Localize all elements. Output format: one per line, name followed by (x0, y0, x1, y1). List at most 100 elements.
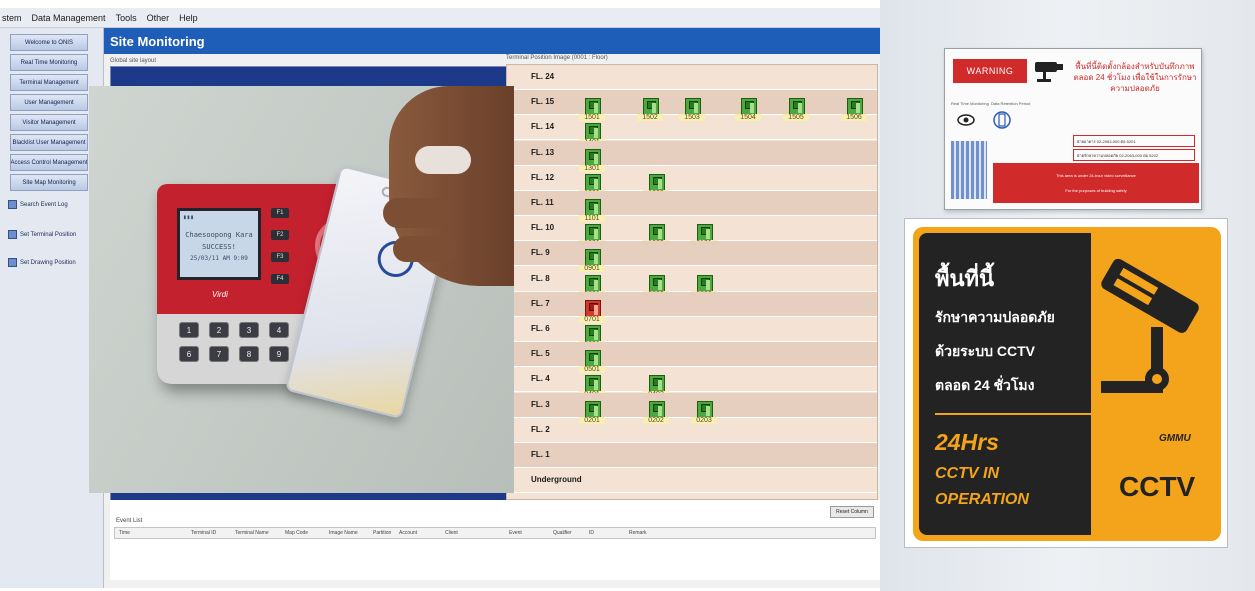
divider (935, 413, 1091, 415)
terminal-position-icon (8, 230, 17, 239)
sidebar-item-access-control-management[interactable]: Access Control Management (10, 154, 88, 171)
floor-row: FL. 7 (507, 291, 877, 317)
floor-row: FL. 1 (507, 443, 877, 468)
sidebar-item-terminal-management[interactable]: Terminal Management (10, 74, 88, 91)
cctv-thai-line: ตลอด 24 ชั่วโมง (935, 377, 1035, 393)
terminal-position-label: Terminal Position Image (0001 : Floor) (506, 55, 608, 61)
floor-label: FL. 15 (531, 97, 555, 107)
device-key-3[interactable]: 3 (239, 322, 259, 338)
floor-row: FL. 5 (507, 342, 877, 368)
sidebar-item-site-map-monitoring[interactable]: Site Map Monitoring (10, 174, 88, 191)
cctv-thai-line: ด้วยระบบ CCTV (935, 343, 1035, 359)
tool-label: Set Drawing Position (20, 259, 76, 266)
menu-tools[interactable]: Tools (116, 13, 137, 23)
page-title: Site Monitoring (104, 28, 880, 54)
column-header[interactable]: Time (119, 530, 130, 536)
column-header[interactable]: Image Name (329, 530, 358, 536)
floor-label: FL. 6 (531, 324, 550, 333)
floor-row: FL. 11 (507, 191, 877, 216)
floor-row: FL. 9 (507, 241, 877, 267)
menu-data-management[interactable]: Data Management (32, 13, 106, 23)
column-header[interactable]: ID (589, 530, 594, 536)
tool-set-drawing-position[interactable]: Set Drawing Position (8, 258, 76, 267)
column-header[interactable]: Event (509, 530, 522, 536)
column-header[interactable]: Map Code (285, 530, 308, 536)
floor-label: FL. 10 (531, 223, 555, 233)
column-header[interactable]: Client (445, 530, 458, 536)
device-key-f4[interactable]: F4 (271, 274, 289, 284)
device-key-f2[interactable]: F2 (271, 230, 289, 240)
device-key-6[interactable]: 6 (179, 346, 199, 362)
event-list-label: Event List (116, 518, 143, 524)
cctv-thai-line: รักษาความปลอดภัย (935, 309, 1055, 325)
column-header[interactable]: Account (399, 530, 417, 536)
floor-row: FL. 10 (507, 216, 877, 242)
floor-label: FL. 7 (531, 298, 550, 308)
column-header[interactable]: Terminal Name (235, 530, 269, 536)
finger-nail (415, 146, 471, 174)
cctv-brand-logo: GMMU (1159, 433, 1191, 444)
device-key-9[interactable]: 9 (269, 346, 289, 362)
device-brand: Virdi (212, 290, 228, 299)
floor-label: FL. 24 (531, 72, 555, 81)
warning-sign: WARNING พื้นที่นี้ติดตั้งกล้องสำหรับบันท… (944, 48, 1202, 210)
column-header[interactable]: Qualifier (553, 530, 572, 536)
phone-icon (993, 111, 1011, 129)
sidebar-item-user-management[interactable]: User Management (10, 94, 88, 111)
cctv-thai-title: พื้นที่นี้ (935, 266, 995, 291)
sidebar-item-visitor-management[interactable]: Visitor Management (10, 114, 88, 131)
finger (383, 198, 453, 228)
column-header[interactable]: Remark (629, 530, 647, 536)
floor-row: FL. 4 (507, 367, 877, 393)
contact-box: ฝ่ายรักษาความปลอดภัย 02-2063-000 ต่อ 520… (1073, 149, 1195, 161)
tool-set-terminal-position[interactable]: Set Terminal Position (8, 230, 76, 239)
floor-label: FL. 5 (531, 349, 550, 359)
tool-label: Set Terminal Position (20, 231, 77, 238)
sidebar-item-real-time-monitoring[interactable]: Real Time Monitoring (10, 54, 88, 71)
cctv-english-line: OPERATION (935, 491, 1029, 508)
column-header[interactable]: Terminal ID (191, 530, 216, 536)
cctv-hours: 24Hrs (935, 429, 999, 455)
cctv-word: CCTV (1119, 471, 1196, 502)
device-key-8[interactable]: 8 (239, 346, 259, 362)
hand (383, 86, 514, 286)
floor-row: FL. 12 (507, 166, 877, 191)
eye-icon (957, 114, 975, 126)
banner-line: For the purposes of building safety (1065, 188, 1127, 193)
device-key-f3[interactable]: F3 (271, 252, 289, 262)
floor-label: FL. 1 (531, 450, 550, 459)
device-key-2[interactable]: 2 (209, 322, 229, 338)
floor-row: FL. 3 (507, 392, 877, 418)
sidebar-item-blacklist-user-management[interactable]: Blacklist User Management (10, 134, 88, 151)
floor-row: FL. 2 (507, 418, 877, 443)
cctv-sign-face: พื้นที่นี้ รักษาความปลอดภัย ด้วยระบบ CCT… (913, 227, 1221, 541)
floor-label: FL. 14 (531, 122, 555, 132)
menu-help[interactable]: Help (179, 13, 198, 23)
menu-bar: stem Data Management Tools Other Help (0, 8, 880, 28)
icon-caption: Data Retention Period (991, 101, 1031, 106)
floor-label: FL. 9 (531, 248, 550, 258)
device-key-7[interactable]: 7 (209, 346, 229, 362)
reset-column-button[interactable]: Reset Column (830, 506, 874, 518)
floor-label: FL. 2 (531, 424, 550, 434)
device-key-f1[interactable]: F1 (271, 208, 289, 218)
event-table-header: Time Terminal ID Terminal Name Map Code … (114, 527, 876, 539)
finger (393, 236, 457, 262)
cctv-english-line: CCTV IN (935, 465, 999, 482)
floor-row: FL. 8 (507, 267, 877, 292)
device-key-4[interactable]: 4 (269, 322, 289, 338)
warning-banner: This area is under 24-hour video surveil… (993, 163, 1199, 203)
column-header[interactable]: Partition (373, 530, 391, 536)
screen-timestamp: 25/03/11 AM 9:09 (190, 255, 248, 262)
cctv-sign-dark-panel: พื้นที่นี้ รักษาความปลอดภัย ด้วยระบบ CCT… (919, 233, 1091, 535)
device-key-1[interactable]: 1 (179, 322, 199, 338)
qr-code[interactable] (951, 141, 987, 199)
screen-user-name: Chaesoopong Kara (185, 231, 253, 239)
global-layout-label: Global site layout (110, 58, 157, 64)
sidebar-item-welcome[interactable]: Welcome to ONIS (10, 34, 88, 51)
floor-label: FL. 11 (531, 198, 554, 207)
tool-search-event-log[interactable]: Search Event Log (8, 200, 68, 209)
floor-label: Underground (531, 475, 582, 485)
menu-other[interactable]: Other (147, 13, 170, 23)
menu-system[interactable]: stem (2, 13, 22, 23)
